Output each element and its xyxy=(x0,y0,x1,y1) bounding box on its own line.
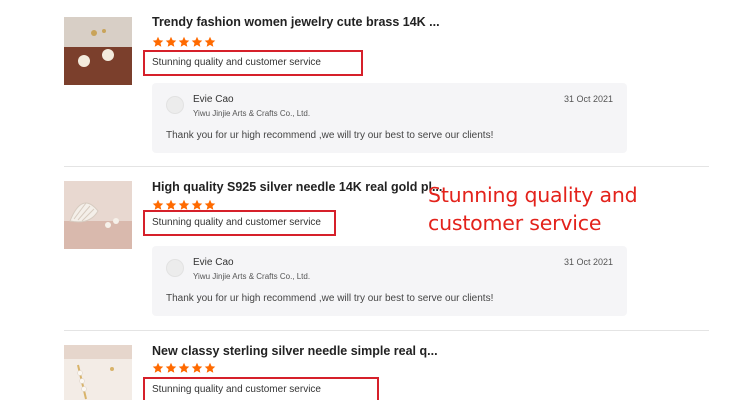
highlighted-comment: Stunning quality and customer service xyxy=(143,377,379,400)
product-title[interactable]: Trendy fashion women jewelry cute brass … xyxy=(152,15,440,29)
overlay-annotation: Stunning quality and customer service xyxy=(428,183,638,235)
reply-text: Thank you for ur high recommend ,we will… xyxy=(166,130,494,141)
star-icon xyxy=(178,362,190,373)
product-title[interactable]: New classy sterling silver needle simple… xyxy=(152,344,438,358)
star-icon xyxy=(204,36,216,47)
seller-reply: Evie Cao Yiwu Jinjie Arts & Crafts Co., … xyxy=(152,83,627,153)
shell-earrings-photo-icon xyxy=(64,181,132,249)
star-icon xyxy=(152,36,164,47)
reply-date: 31 Oct 2021 xyxy=(563,94,613,104)
star-icon xyxy=(204,362,216,373)
star-icon xyxy=(165,362,177,373)
star-icon xyxy=(191,362,203,373)
seller-company: Yiwu Jinjie Arts & Crafts Co., Ltd. xyxy=(193,272,311,281)
star-icon xyxy=(165,36,177,47)
star-rating xyxy=(152,362,216,376)
seller-name: Evie Cao xyxy=(193,257,234,268)
review-item: New classy sterling silver needle simple… xyxy=(0,331,750,400)
pearl-bar-earrings-photo-icon xyxy=(64,345,132,400)
avatar xyxy=(166,96,184,114)
seller-reply: Evie Cao Yiwu Jinjie Arts & Crafts Co., … xyxy=(152,246,627,316)
product-thumbnail[interactable] xyxy=(64,345,132,400)
product-thumbnail[interactable] xyxy=(64,17,132,85)
highlighted-comment: Stunning quality and customer service xyxy=(143,210,336,236)
reply-date: 31 Oct 2021 xyxy=(563,257,613,267)
review-item: Trendy fashion women jewelry cute brass … xyxy=(0,0,750,166)
seller-company: Yiwu Jinjie Arts & Crafts Co., Ltd. xyxy=(193,109,311,118)
product-thumbnail[interactable] xyxy=(64,181,132,249)
seller-name: Evie Cao xyxy=(193,94,234,105)
review-comment: Stunning quality and customer service xyxy=(152,384,321,395)
pearl-earrings-photo-icon xyxy=(64,17,132,85)
avatar xyxy=(166,259,184,277)
review-comment: Stunning quality and customer service xyxy=(152,57,321,68)
review-comment: Stunning quality and customer service xyxy=(152,217,321,228)
highlighted-comment: Stunning quality and customer service xyxy=(143,50,363,76)
star-icon xyxy=(178,36,190,47)
star-rating xyxy=(152,36,216,50)
star-icon xyxy=(191,36,203,47)
star-icon xyxy=(152,362,164,373)
reply-text: Thank you for ur high recommend ,we will… xyxy=(166,293,494,304)
product-title[interactable]: High quality S925 silver needle 14K real… xyxy=(152,180,442,194)
